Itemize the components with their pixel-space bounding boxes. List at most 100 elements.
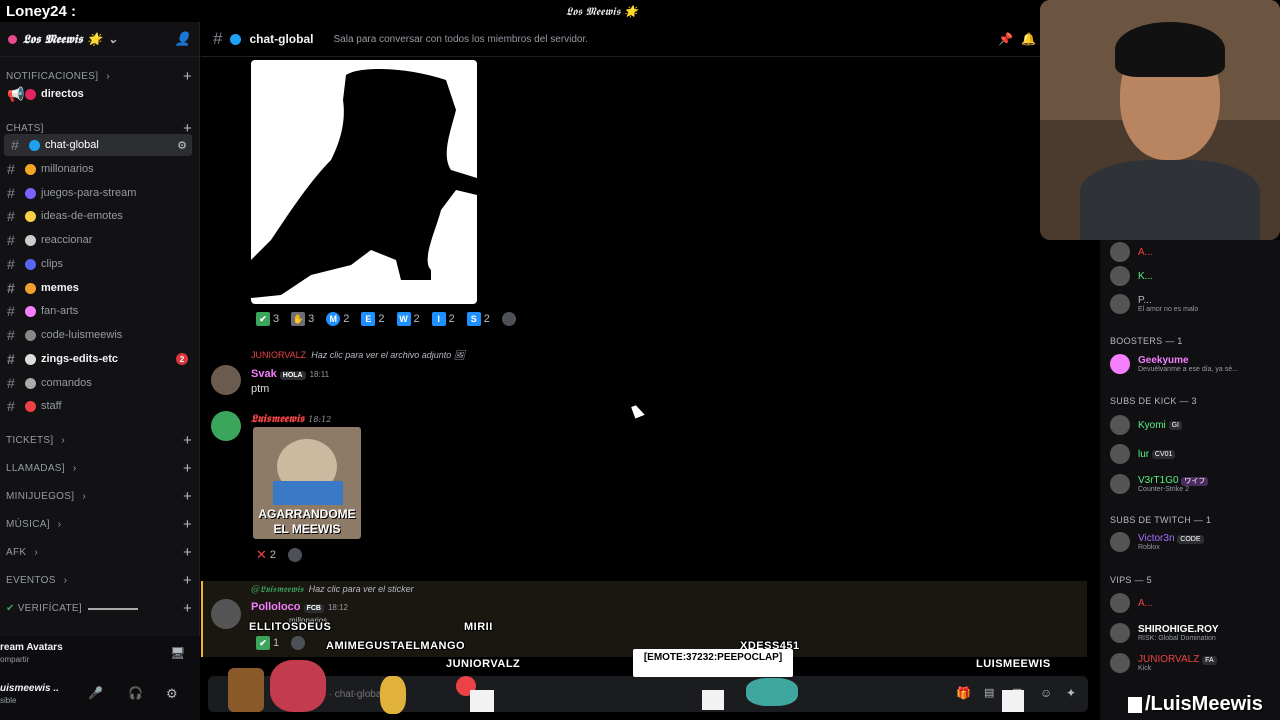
avatar bbox=[1110, 623, 1130, 643]
reply-preview[interactable]: JUNIORVALZ Haz clic para ver el archivo … bbox=[251, 350, 465, 361]
add-channel-icon[interactable]: + bbox=[183, 544, 192, 561]
avatar bbox=[1110, 474, 1130, 494]
avatar[interactable] bbox=[211, 365, 241, 395]
apps-icon[interactable]: ✦ bbox=[1066, 686, 1076, 700]
reaction-chip[interactable]: ✋ 3 bbox=[288, 310, 317, 328]
reaction-chip[interactable]: I2 bbox=[429, 310, 458, 328]
channel-zings-edits-etc[interactable]: # zings-edits-etc 2 bbox=[0, 348, 196, 370]
category-eventos[interactable]: EVENTOS › + bbox=[6, 572, 192, 589]
member-group-header: BOOSTERS — 1 bbox=[1110, 336, 1183, 346]
channel-millonarios[interactable]: # millonarios bbox=[0, 158, 196, 180]
category-afk[interactable]: AFK › + bbox=[6, 544, 192, 561]
gift-icon[interactable]: 🎁 bbox=[956, 686, 971, 700]
member-item[interactable]: SHIROHIGE.ROY RISK: Global Domination bbox=[1110, 623, 1278, 643]
reaction-chip[interactable]: ✔ 3 bbox=[253, 310, 282, 328]
channel-juegos-para-stream[interactable]: # juegos-para-stream bbox=[0, 182, 196, 204]
channel-staff[interactable]: # staff bbox=[0, 395, 196, 417]
add-reaction-button[interactable] bbox=[288, 634, 308, 652]
meme-image[interactable]: AGARRANDOME EL MEEWIS bbox=[253, 427, 361, 539]
member-name: K... bbox=[1138, 270, 1154, 282]
member-item[interactable]: JUNIORVALZ FA Kick bbox=[1110, 653, 1278, 673]
reply-preview[interactable]: @𝕷𝖚𝖎𝖘𝖒𝖊𝖊𝖜𝖎𝖘 Haz clic para ver el sticker bbox=[251, 584, 414, 595]
hash-icon: # bbox=[213, 29, 223, 48]
channel-chat-global[interactable]: # chat-global ⚙ bbox=[4, 134, 192, 156]
channel-fan-arts[interactable]: # fan-arts bbox=[0, 300, 196, 322]
channel-emoji-icon bbox=[25, 353, 36, 365]
member-item[interactable]: A... bbox=[1110, 242, 1278, 262]
channel-settings-icon[interactable]: ⚙ bbox=[177, 139, 187, 152]
channel-label: ideas-de-emotes bbox=[41, 210, 123, 222]
channel-ideas-de-emotes[interactable]: # ideas-de-emotes bbox=[0, 205, 196, 227]
add-member-icon[interactable]: 👤 bbox=[175, 32, 191, 47]
stream-header-bar: Loney24 : 𝕷𝖔𝖘 𝕸𝖊𝖊𝖜𝖎𝖘 🌟 bbox=[0, 0, 1040, 22]
attached-image[interactable] bbox=[251, 60, 477, 304]
author-tag: HOLA bbox=[279, 371, 306, 380]
member-item[interactable]: K... bbox=[1110, 266, 1278, 286]
channel-directos[interactable]: 📢 directos bbox=[0, 83, 196, 105]
unread-badge: 2 bbox=[176, 353, 188, 365]
member-item[interactable]: Victor3n CODE Roblox bbox=[1110, 532, 1278, 552]
dog-silhouette-icon bbox=[251, 68, 477, 298]
channel-reaccionar[interactable]: # reaccionar bbox=[0, 229, 196, 251]
avatar[interactable] bbox=[211, 411, 241, 441]
gif-icon[interactable]: ▤ bbox=[984, 686, 994, 699]
reaction-chip[interactable]: W2 bbox=[394, 310, 423, 328]
reaction-chip[interactable]: E2 bbox=[358, 310, 387, 328]
reaction-emoji: ✋ bbox=[291, 312, 306, 326]
category-musica[interactable]: MÚSICA] › + bbox=[6, 516, 192, 533]
author-name: Polloloco bbox=[251, 601, 301, 613]
channel-comandos[interactable]: # comandos bbox=[0, 372, 196, 394]
avatar bbox=[1110, 653, 1130, 673]
category-tickets[interactable]: TICKETS] › + bbox=[6, 432, 192, 449]
add-channel-icon[interactable]: + bbox=[183, 516, 192, 533]
reaction-chip[interactable]: ✔ 1 bbox=[253, 634, 282, 652]
add-reaction-button[interactable] bbox=[499, 310, 519, 328]
add-reaction-button[interactable] bbox=[285, 545, 305, 565]
member-item[interactable]: lur CV01 bbox=[1110, 444, 1278, 464]
member-item[interactable]: V3rT1G0 ワイフ Counter-Strike 2 bbox=[1110, 474, 1278, 494]
headphones-icon[interactable]: 🎧 bbox=[128, 686, 143, 700]
member-item[interactable]: Kyomi GI bbox=[1110, 415, 1278, 435]
gear-icon[interactable]: ⚙ bbox=[166, 686, 178, 702]
bell-icon[interactable]: 🔔 bbox=[1021, 32, 1036, 46]
pin-icon[interactable]: 📌 bbox=[998, 32, 1013, 46]
screen-share-icon[interactable]: 🖥 bbox=[170, 646, 185, 660]
hash-icon: # bbox=[7, 398, 15, 414]
channel-clips[interactable]: # clips bbox=[0, 253, 196, 275]
overlay-avatar-name: AMIMEGUSTAELMANGO bbox=[326, 640, 466, 652]
member-name: lur bbox=[1138, 448, 1150, 460]
chevron-right-icon: › bbox=[61, 435, 66, 446]
member-name: Geekyume bbox=[1138, 355, 1189, 366]
avatar bbox=[1110, 415, 1130, 435]
add-channel-icon[interactable]: + bbox=[183, 432, 192, 449]
member-item[interactable]: P... El amor no es malo bbox=[1110, 294, 1278, 314]
channel-memes[interactable]: # memes bbox=[0, 277, 196, 299]
mute-icon[interactable]: 🎤 bbox=[88, 686, 103, 700]
add-channel-icon[interactable]: + bbox=[183, 572, 192, 589]
member-group-header: SUBS DE TWITCH — 1 bbox=[1110, 515, 1212, 525]
member-item[interactable]: A... bbox=[1110, 593, 1278, 613]
member-item[interactable]: Geekyume Devuélvanme a ese día, ya sé... bbox=[1110, 354, 1278, 374]
reaction-chip[interactable]: ✕ 2 bbox=[253, 545, 279, 565]
add-channel-icon[interactable]: + bbox=[183, 460, 192, 477]
member-status: El amor no es malo bbox=[1138, 306, 1199, 313]
avatar[interactable] bbox=[211, 599, 241, 629]
message-author[interactable]: Polloloco FCB 18:12 bbox=[251, 601, 348, 613]
server-header[interactable]: 𝕷𝖔𝖘 𝕸𝖊𝖊𝖜𝖎𝖘 🌟 ⌄ 👤 bbox=[0, 22, 199, 57]
reaction-chip[interactable]: S2 bbox=[464, 310, 493, 328]
hash-icon: # bbox=[7, 232, 15, 248]
reaction-chip[interactable]: M2 bbox=[323, 310, 352, 328]
category-label: TICKETS] bbox=[6, 435, 54, 446]
message-author[interactable]: Svak HOLA 18:11 bbox=[251, 368, 329, 380]
category-llamadas[interactable]: LLAMADAS] › + bbox=[6, 460, 192, 477]
add-channel-icon[interactable]: + bbox=[183, 488, 192, 505]
category-label: MINIJUEGOS] bbox=[6, 491, 75, 502]
category-verificate[interactable]: ✔ VERIFÍCATE] + bbox=[6, 600, 192, 617]
channel-code-luismeewis[interactable]: # code-luismeewis bbox=[0, 324, 196, 346]
emoji-icon[interactable]: ☺ bbox=[1040, 686, 1052, 700]
message-author[interactable]: 𝕷𝖚𝖎𝖘𝖒𝖊𝖊𝖜𝖎𝖘 18:12 bbox=[251, 412, 331, 426]
pug-shirt bbox=[273, 481, 343, 505]
category-minijuegos[interactable]: MINIJUEGOS] › + bbox=[6, 488, 192, 505]
add-channel-icon[interactable]: + bbox=[183, 600, 192, 617]
category-label: VERIFÍCATE] bbox=[17, 603, 82, 614]
